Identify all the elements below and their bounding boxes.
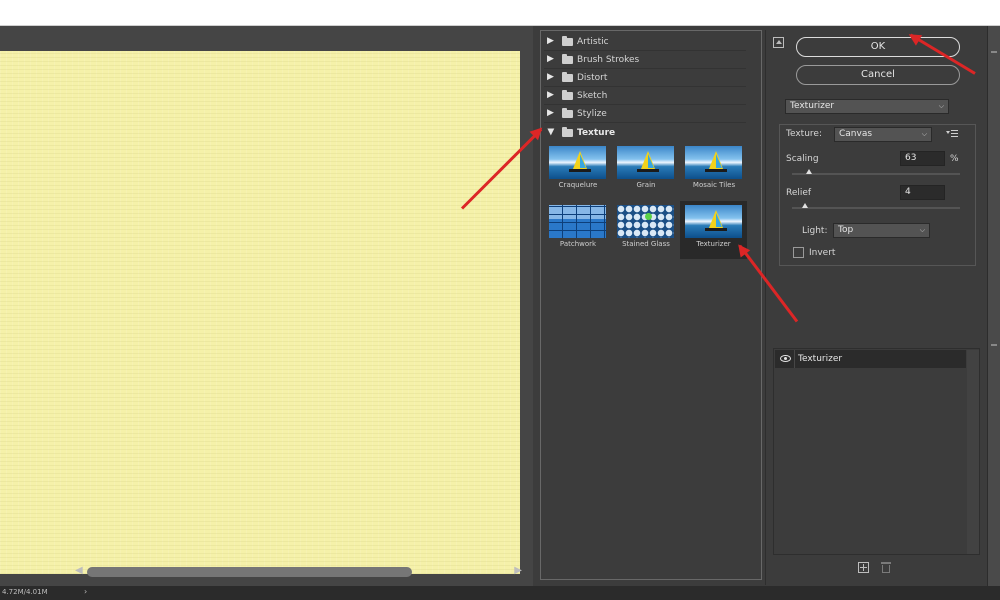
filter-thumbnail-mosaic-tiles[interactable]: Mosaic Tiles bbox=[682, 142, 746, 198]
mosaic-tiles-preview-image bbox=[685, 146, 742, 179]
eye-icon[interactable] bbox=[780, 354, 791, 363]
filter-select[interactable]: Texturizer ⌵ bbox=[785, 99, 949, 114]
collapse-gallery-icon[interactable] bbox=[773, 37, 784, 48]
folder-open-icon bbox=[562, 127, 573, 137]
folder-artistic[interactable]: ▶ Artistic bbox=[544, 34, 746, 51]
patchwork-preview-image bbox=[549, 205, 606, 238]
folder-brush-strokes[interactable]: ▶ Brush Strokes bbox=[544, 52, 746, 69]
folder-icon bbox=[562, 90, 573, 100]
expand-triangle-icon[interactable]: ▶ bbox=[547, 108, 554, 118]
folder-sketch[interactable]: ▶ Sketch bbox=[544, 88, 746, 105]
folder-label: Brush Strokes bbox=[577, 55, 640, 65]
texture-options-menu-icon[interactable] bbox=[946, 129, 959, 138]
folder-icon bbox=[562, 54, 573, 64]
folder-distort[interactable]: ▶ Distort bbox=[544, 70, 746, 87]
texture-label: Texture: bbox=[786, 129, 822, 139]
expand-triangle-icon[interactable]: ▶ bbox=[547, 90, 554, 100]
folder-label: Stylize bbox=[577, 109, 607, 119]
folder-stylize[interactable]: ▶ Stylize bbox=[544, 106, 746, 123]
effect-layers-panel: Texturizer bbox=[773, 348, 980, 555]
folder-label: Sketch bbox=[577, 91, 608, 101]
relief-slider[interactable] bbox=[792, 207, 960, 209]
trash-icon[interactable] bbox=[881, 562, 891, 573]
folder-label: Texture bbox=[577, 128, 616, 138]
expand-triangle-icon[interactable]: ▶ bbox=[547, 54, 554, 64]
preview-area bbox=[0, 26, 533, 586]
scaling-slider-handle[interactable] bbox=[805, 169, 812, 174]
scroll-left-arrow-icon[interactable]: ◀ bbox=[75, 565, 83, 576]
chevron-down-icon: ⌵ bbox=[938, 102, 944, 110]
preview-horizontal-scrollbar[interactable]: ◀ ▶ bbox=[75, 565, 522, 579]
document-size: 4.72M/4.01M bbox=[2, 588, 48, 596]
expand-triangle-icon[interactable]: ▶ bbox=[547, 36, 554, 46]
effect-layer-row[interactable]: Texturizer bbox=[775, 350, 966, 368]
status-menu-chevron-icon[interactable]: › bbox=[84, 587, 87, 596]
folder-label: Artistic bbox=[577, 37, 609, 47]
light-label: Light: bbox=[802, 226, 828, 236]
filter-select-value: Texturizer bbox=[790, 101, 835, 111]
grain-preview-image bbox=[617, 146, 674, 179]
scaling-slider[interactable] bbox=[792, 173, 960, 175]
light-select[interactable]: Top ⌵ bbox=[833, 223, 930, 238]
filter-thumbnail-stained-glass[interactable]: Stained Glass bbox=[614, 201, 678, 257]
stained-glass-preview-image bbox=[617, 205, 674, 238]
filter-thumbnail-label: Patchwork bbox=[559, 240, 597, 248]
filter-settings-box: Texture: Canvas ⌵ Scaling 63 % Relief 4 … bbox=[779, 124, 976, 266]
scrollbar-thumb[interactable] bbox=[87, 567, 412, 577]
texture-select[interactable]: Canvas ⌵ bbox=[834, 127, 932, 142]
craquelure-preview-image bbox=[549, 146, 606, 179]
relief-label: Relief bbox=[786, 188, 812, 198]
filter-thumbnail-grain[interactable]: Grain bbox=[614, 142, 678, 198]
canvas-preview bbox=[0, 51, 520, 574]
chevron-down-icon: ⌵ bbox=[919, 226, 925, 234]
collapse-triangle-icon[interactable]: ▶ bbox=[545, 129, 555, 136]
effect-layers-scrollbar[interactable] bbox=[967, 350, 979, 554]
cancel-button[interactable]: Cancel bbox=[796, 65, 960, 85]
scaling-input[interactable]: 63 bbox=[900, 151, 945, 166]
folder-icon bbox=[562, 108, 573, 118]
filter-thumbnail-label: Mosaic Tiles bbox=[692, 181, 736, 189]
filter-thumbnail-label: Stained Glass bbox=[622, 240, 670, 248]
status-bar: 4.72M/4.01M › bbox=[0, 586, 1000, 600]
invert-checkbox[interactable] bbox=[793, 247, 804, 258]
expand-triangle-icon[interactable]: ▶ bbox=[547, 72, 554, 82]
scaling-unit: % bbox=[950, 154, 959, 164]
filter-thumbnail-patchwork[interactable]: Patchwork bbox=[546, 201, 610, 257]
effect-layer-name: Texturizer bbox=[798, 354, 843, 364]
invert-label[interactable]: Invert bbox=[809, 248, 835, 258]
texturizer-preview-image bbox=[685, 205, 742, 238]
filter-thumbnail-label: Craquelure bbox=[558, 181, 598, 189]
filter-gallery-panel: ▶ Artistic ▶ Brush Strokes ▶ Distort ▶ S… bbox=[540, 30, 762, 580]
folder-texture[interactable]: ▶ Texture bbox=[544, 125, 746, 142]
scaling-label: Scaling bbox=[786, 154, 819, 164]
filter-settings-panel: OK Cancel Texturizer ⌵ Texture: Canvas ⌵… bbox=[765, 30, 987, 585]
filter-thumbnail-label: Grain bbox=[636, 181, 656, 189]
right-panel-edge bbox=[987, 26, 1000, 586]
title-bar bbox=[0, 0, 1000, 26]
texture-select-value: Canvas bbox=[839, 129, 873, 139]
folder-label: Distort bbox=[577, 73, 608, 83]
chevron-down-icon: ⌵ bbox=[921, 130, 927, 138]
relief-input[interactable]: 4 bbox=[900, 185, 945, 200]
folder-icon bbox=[562, 36, 573, 46]
light-select-value: Top bbox=[838, 225, 854, 235]
relief-slider-handle[interactable] bbox=[802, 203, 809, 208]
folder-icon bbox=[562, 72, 573, 82]
scroll-right-arrow-icon[interactable]: ▶ bbox=[514, 565, 522, 576]
new-effect-layer-icon[interactable] bbox=[858, 562, 869, 573]
filter-thumbnail-craquelure[interactable]: Craquelure bbox=[546, 142, 610, 198]
